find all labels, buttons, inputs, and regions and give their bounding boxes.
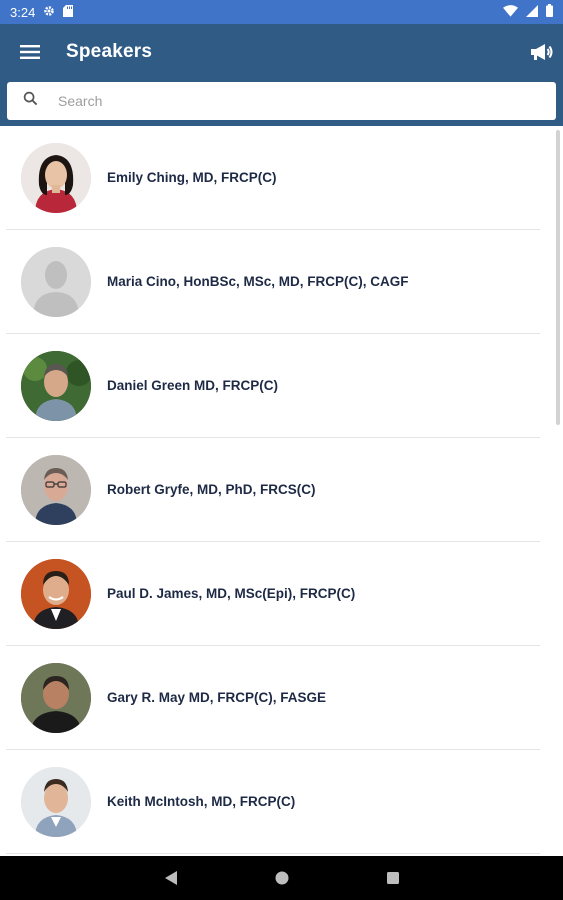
speaker-name: Paul D. James, MD, MSc(Epi), FRCP(C) — [107, 586, 356, 601]
speaker-row-gary-may[interactable]: Gary R. May MD, FRCP(C), FASGE — [6, 646, 540, 750]
battery-icon — [546, 4, 553, 20]
cellular-signal-icon — [526, 4, 538, 20]
speaker-row-daniel-green[interactable]: Daniel Green MD, FRCP(C) — [6, 334, 540, 438]
app-bar: Speakers — [0, 24, 563, 80]
speaker-row-keith-mcintosh[interactable]: Keith McIntosh, MD, FRCP(C) — [6, 750, 540, 854]
speaker-row-maria-cino[interactable]: Maria Cino, HonBSc, MSc, MD, FRCP(C), CA… — [6, 230, 540, 334]
default-avatar-silhouette-icon — [21, 246, 91, 317]
search-bar-container — [0, 80, 563, 126]
home-circle-icon[interactable] — [274, 870, 290, 886]
speaker-row-robert-gryfe[interactable]: Robert Gryfe, MD, PhD, FRCS(C) — [6, 438, 540, 542]
speaker-avatar — [21, 142, 91, 213]
system-navigation-bar — [0, 856, 563, 900]
speaker-name: Daniel Green MD, FRCP(C) — [107, 378, 279, 393]
speaker-name: Emily Ching, MD, FRCP(C) — [107, 170, 277, 185]
recents-square-icon[interactable] — [386, 871, 400, 885]
speaker-avatar — [21, 558, 91, 629]
announcement-megaphone-icon[interactable] — [529, 42, 553, 62]
speaker-avatar — [21, 766, 91, 837]
status-right — [503, 4, 553, 20]
speaker-row-paul-james[interactable]: Paul D. James, MD, MSc(Epi), FRCP(C) — [6, 542, 540, 646]
speaker-name: Gary R. May MD, FRCP(C), FASGE — [107, 690, 327, 705]
status-bar: 3:24 — [0, 0, 563, 24]
speaker-avatar — [21, 350, 91, 421]
speaker-list: Emily Ching, MD, FRCP(C) Maria Cino, Hon… — [0, 126, 563, 856]
search-input[interactable] — [56, 85, 556, 117]
list-scrollbar[interactable] — [556, 130, 560, 425]
search-icon — [23, 91, 38, 111]
speaker-row-emily-ching[interactable]: Emily Ching, MD, FRCP(C) — [6, 126, 540, 230]
search-box[interactable] — [7, 82, 556, 120]
speaker-avatar — [21, 454, 91, 525]
back-triangle-icon[interactable] — [164, 870, 178, 886]
speaker-avatar — [21, 662, 91, 733]
speaker-name: Maria Cino, HonBSc, MSc, MD, FRCP(C), CA… — [107, 274, 409, 289]
status-left: 3:24 — [10, 4, 74, 20]
speaker-name: Keith McIntosh, MD, FRCP(C) — [107, 794, 296, 809]
page-title: Speakers — [66, 41, 153, 62]
wifi-icon — [503, 4, 518, 20]
menu-hamburger-icon[interactable] — [20, 44, 40, 60]
speaker-name: Robert Gryfe, MD, PhD, FRCS(C) — [107, 482, 316, 497]
settings-gear-icon — [43, 5, 55, 20]
sd-card-icon — [63, 4, 74, 20]
status-time: 3:24 — [10, 4, 36, 20]
